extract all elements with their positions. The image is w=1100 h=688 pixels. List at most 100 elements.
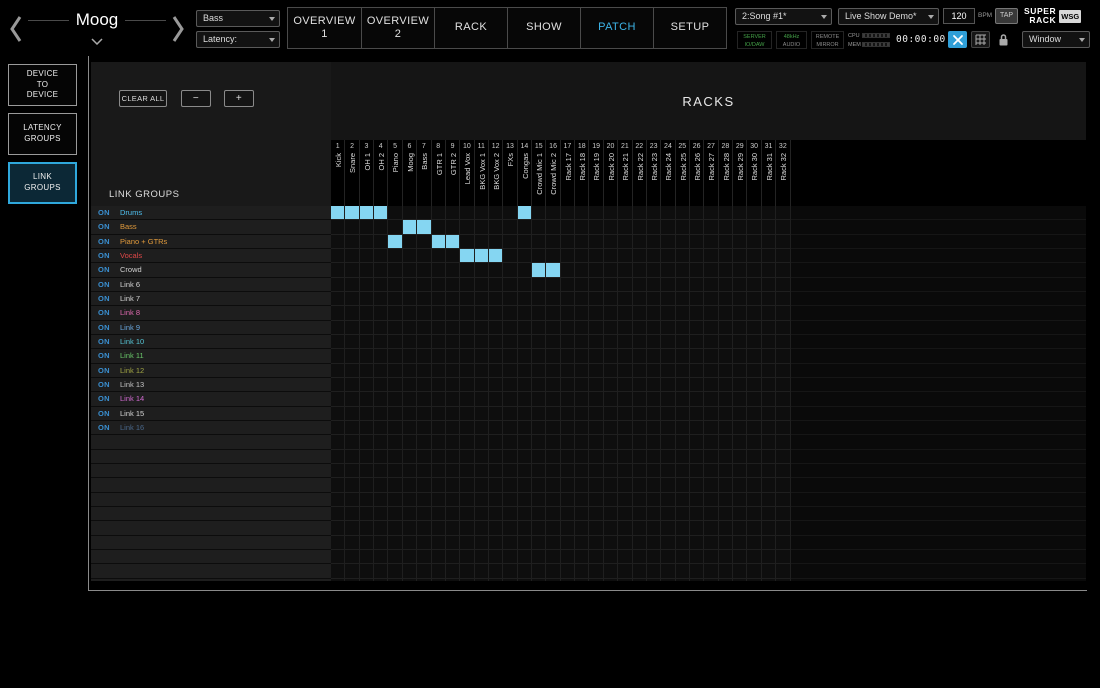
matrix-cell[interactable] — [589, 478, 603, 492]
matrix-cell[interactable] — [360, 493, 374, 507]
matrix-cell[interactable] — [589, 421, 603, 435]
matrix-cell[interactable] — [747, 564, 761, 578]
matrix-cell[interactable] — [575, 536, 589, 550]
matrix-cell[interactable] — [618, 521, 632, 535]
matrix-cell[interactable] — [432, 507, 446, 521]
matrix-cell[interactable] — [690, 292, 704, 306]
matrix-cell[interactable] — [532, 507, 546, 521]
matrix-cell[interactable] — [589, 263, 603, 277]
matrix-cell[interactable] — [704, 435, 718, 449]
matrix-cell[interactable] — [503, 493, 517, 507]
matrix-cell[interactable] — [618, 435, 632, 449]
matrix-cell[interactable] — [374, 335, 388, 349]
matrix-cell[interactable] — [546, 550, 560, 564]
matrix-cell[interactable] — [719, 378, 733, 392]
matrix-cell[interactable] — [532, 263, 546, 277]
matrix-cell[interactable] — [432, 464, 446, 478]
matrix-cell[interactable] — [690, 421, 704, 435]
matrix-cell[interactable] — [503, 220, 517, 234]
matrix-cell[interactable] — [633, 550, 647, 564]
matrix-cell[interactable] — [532, 364, 546, 378]
matrix-cell[interactable] — [704, 507, 718, 521]
matrix-cell[interactable] — [546, 464, 560, 478]
matrix-cell[interactable] — [589, 349, 603, 363]
matrix-cell[interactable] — [647, 507, 661, 521]
matrix-cell[interactable] — [762, 378, 776, 392]
matrix-cell[interactable] — [403, 306, 417, 320]
matrix-cell[interactable] — [661, 507, 675, 521]
matrix-cell[interactable] — [446, 249, 460, 263]
matrix-cell[interactable] — [690, 579, 704, 581]
matrix-cell[interactable] — [503, 249, 517, 263]
matrix-cell[interactable] — [460, 364, 474, 378]
matrix-cell[interactable] — [733, 564, 747, 578]
matrix-cell[interactable] — [747, 392, 761, 406]
matrix-cell[interactable] — [633, 407, 647, 421]
matrix-cell[interactable] — [704, 536, 718, 550]
matrix-cell[interactable] — [589, 321, 603, 335]
link-group-on-toggle[interactable]: ON — [98, 308, 120, 317]
matrix-cell[interactable] — [733, 392, 747, 406]
matrix-cell[interactable] — [417, 579, 431, 581]
link-group-on-toggle[interactable]: ON — [98, 294, 120, 303]
matrix-cell[interactable] — [503, 206, 517, 220]
matrix-cell[interactable] — [733, 249, 747, 263]
matrix-cell[interactable] — [432, 378, 446, 392]
matrix-cell[interactable] — [561, 521, 575, 535]
matrix-cell[interactable] — [432, 407, 446, 421]
matrix-cell[interactable] — [561, 278, 575, 292]
matrix-cell[interactable] — [618, 579, 632, 581]
matrix-cell[interactable] — [647, 493, 661, 507]
matrix-cell[interactable] — [532, 335, 546, 349]
matrix-cell[interactable] — [561, 364, 575, 378]
next-device-button[interactable] — [170, 14, 186, 44]
matrix-cell[interactable] — [661, 249, 675, 263]
matrix-cell[interactable] — [345, 579, 359, 581]
matrix-cell[interactable] — [762, 364, 776, 378]
matrix-cell[interactable] — [345, 493, 359, 507]
matrix-cell[interactable] — [719, 220, 733, 234]
matrix-cell[interactable] — [446, 206, 460, 220]
matrix-cell[interactable] — [446, 378, 460, 392]
matrix-cell[interactable] — [432, 220, 446, 234]
matrix-cell[interactable] — [719, 321, 733, 335]
matrix-cell[interactable] — [776, 421, 790, 435]
matrix-cell[interactable] — [633, 278, 647, 292]
matrix-cell[interactable] — [561, 349, 575, 363]
matrix-cell[interactable] — [446, 364, 460, 378]
matrix-cell[interactable] — [719, 249, 733, 263]
matrix-cell[interactable] — [690, 321, 704, 335]
matrix-cell[interactable] — [374, 450, 388, 464]
matrix-cell[interactable] — [475, 564, 489, 578]
matrix-cell[interactable] — [532, 292, 546, 306]
matrix-cell[interactable] — [475, 292, 489, 306]
matrix-cell[interactable] — [475, 206, 489, 220]
matrix-cell[interactable] — [647, 292, 661, 306]
matrix-cell[interactable] — [331, 435, 345, 449]
matrix-cell[interactable] — [374, 392, 388, 406]
matrix-cell[interactable] — [374, 579, 388, 581]
matrix-cell[interactable] — [776, 493, 790, 507]
matrix-cell[interactable] — [345, 220, 359, 234]
matrix-cell[interactable] — [331, 478, 345, 492]
matrix-cell[interactable] — [446, 507, 460, 521]
matrix-cell[interactable] — [604, 579, 618, 581]
matrix-cell[interactable] — [690, 435, 704, 449]
matrix-cell[interactable] — [618, 450, 632, 464]
matrix-cell[interactable] — [647, 364, 661, 378]
matrix-cell[interactable] — [733, 478, 747, 492]
matrix-cell[interactable] — [417, 493, 431, 507]
matrix-cell[interactable] — [618, 536, 632, 550]
matrix-cell[interactable] — [374, 306, 388, 320]
matrix-cell[interactable] — [762, 564, 776, 578]
matrix-cell[interactable] — [417, 249, 431, 263]
matrix-cell[interactable] — [446, 407, 460, 421]
matrix-cell[interactable] — [345, 536, 359, 550]
matrix-cell[interactable] — [546, 306, 560, 320]
matrix-cell[interactable] — [575, 321, 589, 335]
matrix-cell[interactable] — [575, 421, 589, 435]
matrix-cell[interactable] — [575, 335, 589, 349]
matrix-cell[interactable] — [661, 364, 675, 378]
matrix-cell[interactable] — [561, 536, 575, 550]
matrix-cell[interactable] — [575, 550, 589, 564]
